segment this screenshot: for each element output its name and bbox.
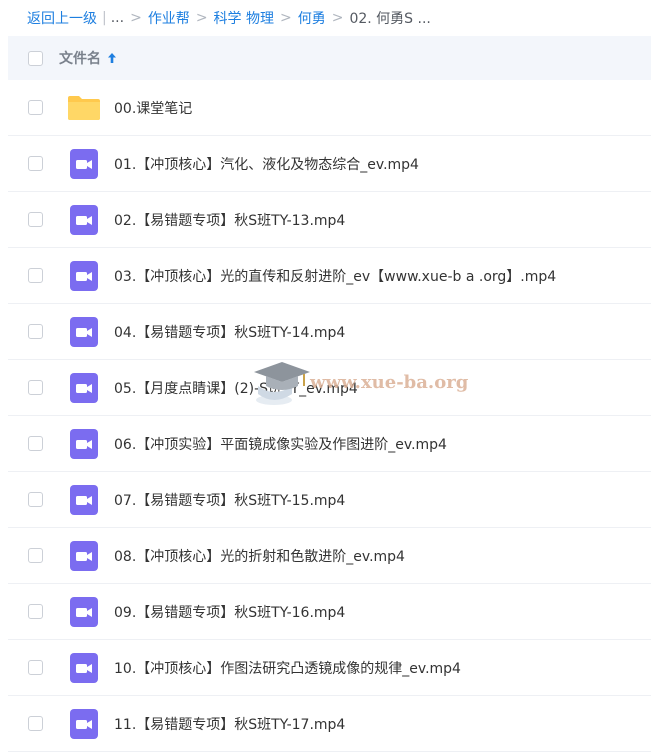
file-row[interactable]: 03.【冲顶核心】光的直传和反射进阶_ev【www.xue-b a .org】.… bbox=[8, 248, 651, 304]
breadcrumb-item[interactable]: 科学 物理 bbox=[214, 8, 274, 28]
column-header-filename[interactable]: 文件名 bbox=[59, 48, 101, 68]
video-file-icon bbox=[67, 540, 101, 571]
row-checkbox[interactable] bbox=[28, 436, 43, 451]
folder-icon bbox=[67, 93, 101, 123]
file-name[interactable]: 07.【易错题专项】秋S班TY-15.mp4 bbox=[114, 490, 345, 510]
file-name[interactable]: 04.【易错题专项】秋S班TY-14.mp4 bbox=[114, 322, 345, 342]
video-file-icon bbox=[67, 316, 101, 347]
file-name[interactable]: 08.【冲顶核心】光的折射和色散进阶_ev.mp4 bbox=[114, 546, 405, 566]
breadcrumb-current: 02. 何勇S ... bbox=[349, 11, 431, 27]
breadcrumb-separator: > bbox=[280, 10, 292, 26]
row-checkbox[interactable] bbox=[28, 604, 43, 619]
row-checkbox[interactable] bbox=[28, 268, 43, 283]
file-row[interactable]: 09.【易错题专项】秋S班TY-16.mp4 bbox=[8, 584, 651, 640]
row-checkbox[interactable] bbox=[28, 660, 43, 675]
breadcrumb-item[interactable]: 何勇 bbox=[298, 8, 326, 28]
row-checkbox[interactable] bbox=[28, 548, 43, 563]
file-name[interactable]: 01.【冲顶核心】汽化、液化及物态综合_ev.mp4 bbox=[114, 154, 419, 174]
breadcrumb-separator: > bbox=[195, 10, 208, 26]
row-checkbox[interactable] bbox=[28, 212, 43, 227]
video-file-icon bbox=[67, 204, 101, 235]
breadcrumb-item[interactable]: 作业帮 bbox=[148, 8, 190, 28]
file-name[interactable]: 06.【冲顶实验】平面镜成像实验及作图进阶_ev.mp4 bbox=[114, 434, 447, 454]
row-checkbox[interactable] bbox=[28, 156, 43, 171]
row-checkbox[interactable] bbox=[28, 100, 43, 115]
breadcrumb-ellipsis[interactable]: ... bbox=[111, 10, 124, 26]
file-name[interactable]: 02.【易错题专项】秋S班TY-13.mp4 bbox=[114, 210, 345, 230]
video-file-icon bbox=[67, 372, 101, 403]
file-row[interactable]: 07.【易错题专项】秋S班TY-15.mp4 bbox=[8, 472, 651, 528]
video-file-icon bbox=[67, 148, 101, 179]
select-all-checkbox[interactable] bbox=[28, 50, 43, 66]
back-link[interactable]: 返回上一级 bbox=[27, 8, 97, 28]
file-name[interactable]: 05.【月度点睛课】(2)-S班TY_ev.mp4 bbox=[114, 378, 358, 398]
video-file-icon bbox=[67, 484, 101, 515]
video-file-icon bbox=[67, 652, 101, 683]
file-row[interactable]: 08.【冲顶核心】光的折射和色散进阶_ev.mp4 bbox=[8, 528, 651, 584]
row-checkbox[interactable] bbox=[28, 324, 43, 339]
row-checkbox[interactable] bbox=[28, 380, 43, 395]
file-row[interactable]: 04.【易错题专项】秋S班TY-14.mp4 bbox=[8, 304, 651, 360]
file-list-header: 文件名 bbox=[8, 36, 651, 80]
video-file-icon bbox=[67, 428, 101, 459]
row-checkbox[interactable] bbox=[28, 492, 43, 507]
video-file-icon bbox=[67, 596, 101, 627]
video-file-icon bbox=[67, 260, 101, 291]
file-row[interactable]: 10.【冲顶核心】作图法研究凸透镜成像的规律_ev.mp4 bbox=[8, 640, 651, 696]
breadcrumb-separator: > bbox=[130, 10, 142, 26]
file-row[interactable]: 02.【易错题专项】秋S班TY-13.mp4 bbox=[8, 192, 651, 248]
file-name[interactable]: 09.【易错题专项】秋S班TY-16.mp4 bbox=[114, 602, 345, 622]
file-row[interactable]: 06.【冲顶实验】平面镜成像实验及作图进阶_ev.mp4 bbox=[8, 416, 651, 472]
file-name[interactable]: 00.课堂笔记 bbox=[114, 98, 192, 118]
file-name[interactable]: 03.【冲顶核心】光的直传和反射进阶_ev【www.xue-b a .org】.… bbox=[114, 266, 556, 286]
file-name[interactable]: 10.【冲顶核心】作图法研究凸透镜成像的规律_ev.mp4 bbox=[114, 658, 461, 678]
breadcrumb-separator: > bbox=[331, 10, 344, 26]
file-row[interactable]: 05.【月度点睛课】(2)-S班TY_ev.mp4 bbox=[8, 360, 651, 416]
breadcrumb-divider: | bbox=[102, 10, 107, 26]
file-list: 00.课堂笔记 01.【冲顶核心】汽化、液化及物态综合_ev.mp4 02.【易错题… bbox=[8, 80, 651, 752]
file-row[interactable]: 11.【易错题专项】秋S班TY-17.mp4 bbox=[8, 696, 651, 752]
file-row[interactable]: 01.【冲顶核心】汽化、液化及物态综合_ev.mp4 bbox=[8, 136, 651, 192]
breadcrumb: 返回上一级 | ... > 作业帮 > 科学 物理 > 何勇 > 02. 何勇S… bbox=[0, 0, 651, 36]
file-row[interactable]: 00.课堂笔记 bbox=[8, 80, 651, 136]
arrow-up-icon[interactable] bbox=[107, 52, 117, 64]
